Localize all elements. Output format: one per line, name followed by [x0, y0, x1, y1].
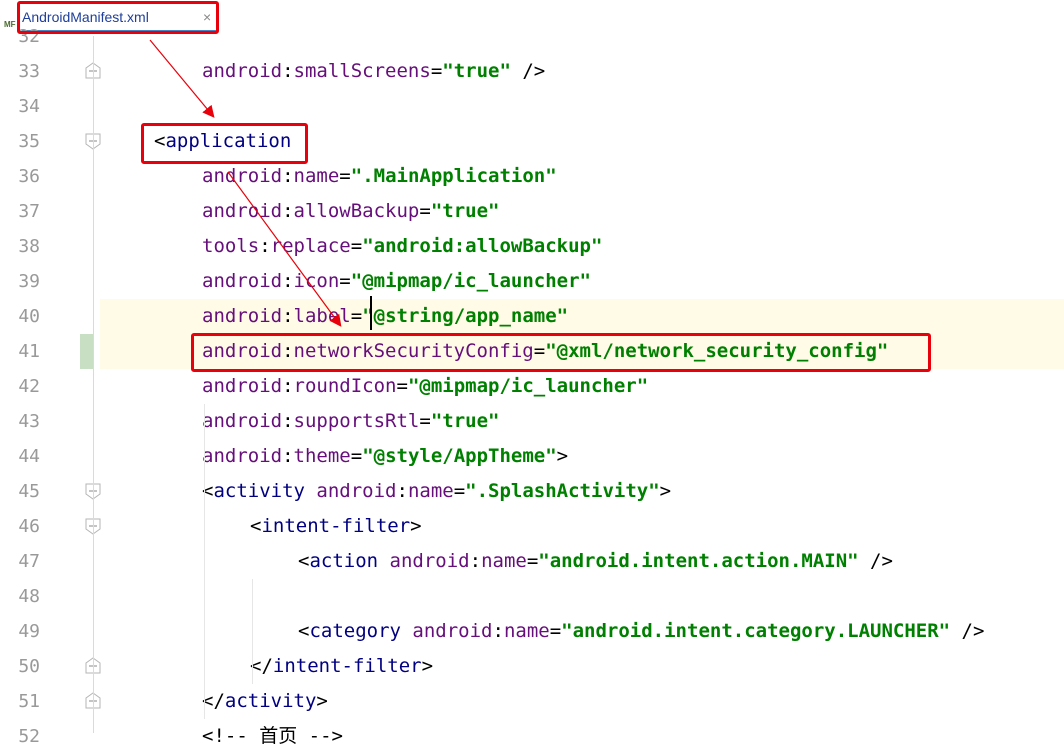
annotation-arrows [149, 39, 342, 327]
text-cursor [370, 296, 372, 330]
arrow-application-to-config [227, 171, 342, 327]
arrow-tab-to-application [149, 39, 215, 118]
